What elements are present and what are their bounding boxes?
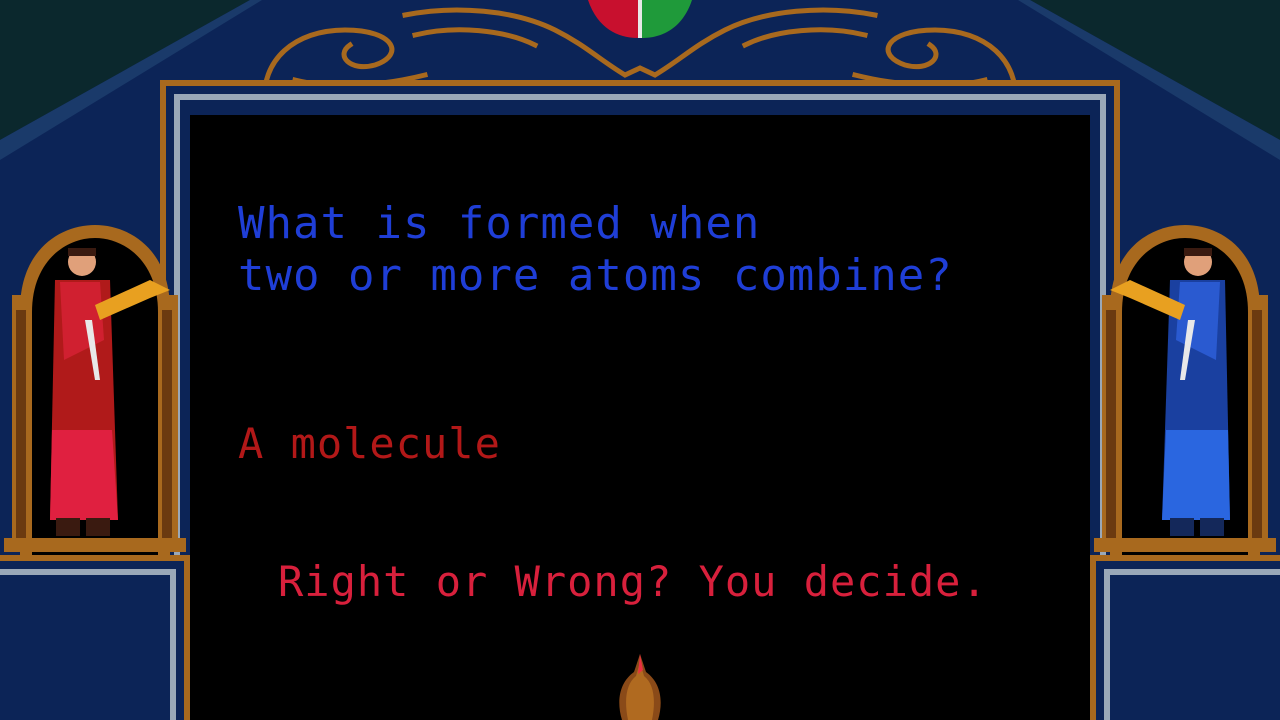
question-text: What is formed when two or more atoms co…: [238, 198, 953, 301]
blue-robed-herald-icon: [1094, 225, 1276, 560]
answer-text: A molecule: [238, 419, 501, 468]
decision-prompt: Right or Wrong? You decide.: [278, 557, 988, 606]
right-side-panel: [1090, 555, 1280, 720]
flame-icon: [619, 654, 661, 720]
red-robed-herald-icon: [4, 225, 186, 560]
crest-icon: [588, 0, 692, 38]
left-side-panel: [0, 555, 190, 720]
